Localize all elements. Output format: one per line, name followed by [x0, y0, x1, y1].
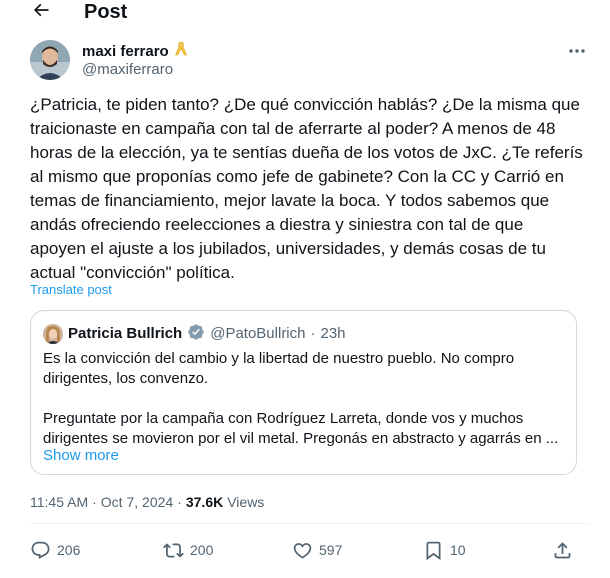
separator-dot: ·: [310, 325, 316, 342]
avatar[interactable]: [30, 40, 70, 80]
separator-dot: ·: [177, 494, 182, 510]
quoted-text-line: dirigentes se movieron por el vil metal.…: [43, 430, 559, 447]
quoted-post[interactable]: Patricia Bullrich @PatoBullrich · 23h Es…: [30, 310, 577, 475]
repost-button[interactable]: 200: [163, 538, 213, 562]
post-date[interactable]: Oct 7, 2024: [101, 493, 173, 511]
arrow-left-icon: [31, 0, 51, 25]
quoted-author-handle: @PatoBullrich: [210, 325, 306, 342]
quoted-post-text: Es la convicción del cambio y la liberta…: [43, 349, 563, 449]
divider: [30, 523, 590, 524]
reply-button[interactable]: 206: [30, 538, 80, 562]
like-count: 597: [319, 542, 343, 558]
author-name-row[interactable]: maxi ferraro: [82, 41, 188, 62]
post-text: ¿Patricia, te piden tanto? ¿De qué convi…: [30, 95, 583, 282]
quoted-text-line: Es la convicción del cambio y la liberta…: [43, 350, 515, 367]
show-more-link[interactable]: Show more: [43, 446, 119, 466]
quoted-post-header: Patricia Bullrich @PatoBullrich · 23h: [43, 323, 346, 345]
heart-icon: [292, 540, 313, 561]
share-icon: [552, 540, 573, 561]
reply-count: 206: [57, 542, 81, 558]
views-label: Views: [227, 494, 265, 510]
bookmark-button[interactable]: 10: [423, 538, 466, 562]
verified-badge-icon: [187, 323, 205, 346]
post-metadata: 11:45 AM · Oct 7, 2024 · 37.6K Views: [30, 493, 264, 511]
post-time[interactable]: 11:45 AM: [30, 493, 88, 511]
repost-count: 200: [190, 542, 214, 558]
repost-icon: [163, 540, 184, 561]
views-count: 37.6K: [185, 494, 224, 510]
action-bar: 206 200 597 10: [30, 538, 590, 562]
reply-icon: [30, 540, 51, 561]
quoted-author-name: Patricia Bullrich: [68, 325, 183, 342]
more-dots-icon: [568, 41, 586, 59]
bookmark-icon: [423, 540, 444, 561]
bookmark-count: 10: [450, 542, 466, 558]
author-name[interactable]: maxi ferraro: [82, 43, 169, 61]
page-title: Post: [84, 1, 128, 23]
post-author: maxi ferraro @maxiferraro: [30, 40, 590, 80]
separator-dot: ·: [92, 494, 97, 510]
quoted-post-time: 23h: [320, 325, 346, 342]
quoted-text-line: dirigentes, los convenzo.: [43, 370, 209, 387]
top-bar: Post: [0, 0, 610, 26]
share-button[interactable]: [552, 538, 573, 562]
author-handle[interactable]: @maxiferraro: [82, 61, 173, 79]
more-options-button[interactable]: [564, 40, 590, 60]
translate-post-link[interactable]: Translate post: [30, 282, 112, 298]
quoted-avatar: [43, 324, 63, 344]
like-button[interactable]: 597: [292, 538, 342, 562]
quoted-text-line: Preguntate por la campaña con Rodríguez …: [43, 410, 524, 427]
yellow-ribbon-icon: [174, 41, 188, 62]
back-button[interactable]: [28, 0, 54, 24]
